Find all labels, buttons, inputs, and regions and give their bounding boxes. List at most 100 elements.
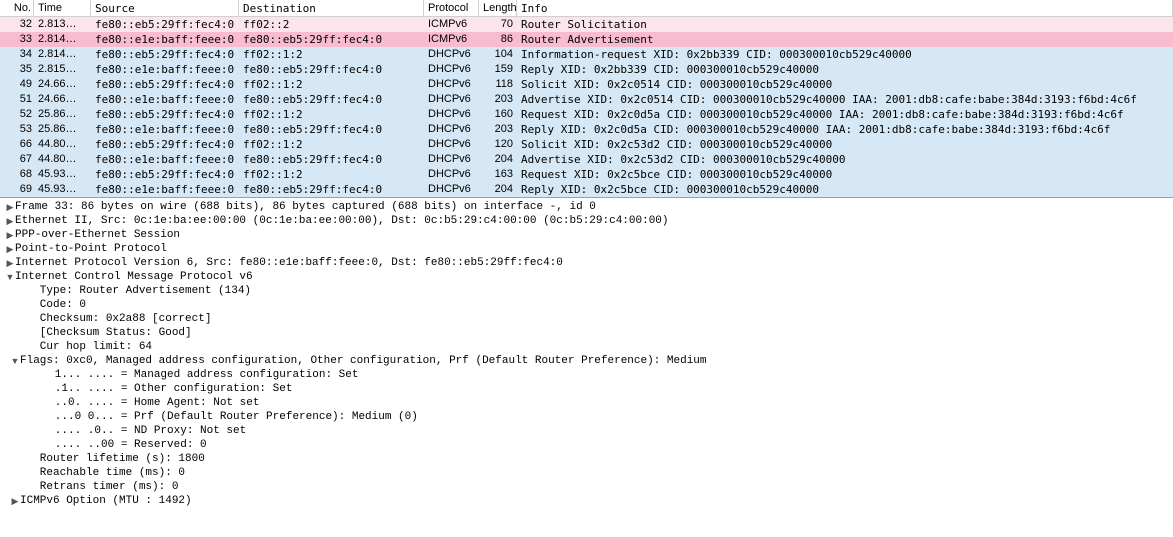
detail-line[interactable]: .1.. .... = Other configuration: Set xyxy=(0,382,1173,396)
cell-time: 25.86… xyxy=(34,107,91,122)
cell-no: 51 xyxy=(0,92,34,107)
cell-no: 32 xyxy=(0,17,34,32)
col-no[interactable]: No. xyxy=(0,0,34,16)
cell-proto: ICMPv6 xyxy=(424,17,479,32)
detail-line[interactable]: ▶Ethernet II, Src: 0c:1e:ba:ee:00:00 (0c… xyxy=(0,214,1173,228)
cell-source: fe80::e1e:baff:feee:0 xyxy=(91,62,239,77)
cell-proto: DHCPv6 xyxy=(424,47,479,62)
col-dest[interactable]: Destination xyxy=(239,0,424,16)
packet-row[interactable]: 6945.93…fe80::e1e:baff:feee:0fe80::eb5:2… xyxy=(0,182,1173,197)
expand-icon-closed[interactable]: ▶ xyxy=(5,214,15,228)
cell-proto: DHCPv6 xyxy=(424,152,479,167)
packet-details-pane[interactable]: ▶Frame 33: 86 bytes on wire (688 bits), … xyxy=(0,198,1173,512)
expand-icon-closed[interactable]: ▶ xyxy=(5,200,15,214)
detail-line[interactable]: ▶ICMPv6 Option (MTU : 1492) xyxy=(0,494,1173,508)
detail-line[interactable]: Router lifetime (s): 1800 xyxy=(0,452,1173,466)
col-info[interactable]: Info xyxy=(517,0,1173,16)
detail-line[interactable]: Retrans timer (ms): 0 xyxy=(0,480,1173,494)
cell-info: Request XID: 0x2c5bce CID: 000300010cb52… xyxy=(517,167,1173,182)
packet-row[interactable]: 352.815…fe80::e1e:baff:feee:0fe80::eb5:2… xyxy=(0,62,1173,77)
detail-line[interactable]: ▶Frame 33: 86 bytes on wire (688 bits), … xyxy=(0,200,1173,214)
detail-line[interactable]: Type: Router Advertisement (134) xyxy=(0,284,1173,298)
col-time[interactable]: Time xyxy=(34,0,91,16)
cell-proto: DHCPv6 xyxy=(424,107,479,122)
cell-info: Advertise XID: 0x2c0514 CID: 000300010cb… xyxy=(517,92,1173,107)
cell-dest: fe80::eb5:29ff:fec4:0 xyxy=(239,62,424,77)
detail-text: ICMPv6 Option (MTU : 1492) xyxy=(20,494,192,508)
packet-row[interactable]: 5325.86…fe80::e1e:baff:feee:0fe80::eb5:2… xyxy=(0,122,1173,137)
cell-info: Advertise XID: 0x2c53d2 CID: 000300010cb… xyxy=(517,152,1173,167)
packet-list-header[interactable]: No. Time Source Destination Protocol Len… xyxy=(0,0,1173,17)
detail-line[interactable]: ▶Point-to-Point Protocol xyxy=(0,242,1173,256)
packet-row[interactable]: 6744.80…fe80::e1e:baff:feee:0fe80::eb5:2… xyxy=(0,152,1173,167)
packet-row[interactable]: 6845.93…fe80::eb5:29ff:fec4:0ff02::1:2DH… xyxy=(0,167,1173,182)
packet-row[interactable]: 5225.86…fe80::eb5:29ff:fec4:0ff02::1:2DH… xyxy=(0,107,1173,122)
detail-text: ..0. .... = Home Agent: Not set xyxy=(35,396,259,410)
detail-text: Reachable time (ms): 0 xyxy=(20,466,185,480)
cell-dest: fe80::eb5:29ff:fec4:0 xyxy=(239,152,424,167)
cell-time: 44.80… xyxy=(34,152,91,167)
detail-line[interactable]: Code: 0 xyxy=(0,298,1173,312)
cell-time: 2.814… xyxy=(34,32,91,47)
detail-line[interactable]: ▶Internet Protocol Version 6, Src: fe80:… xyxy=(0,256,1173,270)
expand-icon-closed[interactable]: ▶ xyxy=(5,242,15,256)
cell-proto: DHCPv6 xyxy=(424,62,479,77)
expand-icon-open[interactable]: ▼ xyxy=(10,354,20,368)
packet-row[interactable]: 322.813…fe80::eb5:29ff:fec4:0ff02::2ICMP… xyxy=(0,17,1173,32)
cell-no: 66 xyxy=(0,137,34,152)
cell-time: 24.66… xyxy=(34,77,91,92)
cell-dest: ff02::1:2 xyxy=(239,107,424,122)
cell-source: fe80::eb5:29ff:fec4:0 xyxy=(91,47,239,62)
detail-line[interactable]: Checksum: 0x2a88 [correct] xyxy=(0,312,1173,326)
cell-proto: DHCPv6 xyxy=(424,167,479,182)
detail-text: .... ..00 = Reserved: 0 xyxy=(35,438,207,452)
cell-info: Reply XID: 0x2bb339 CID: 000300010cb529c… xyxy=(517,62,1173,77)
packet-row[interactable]: 5124.66…fe80::e1e:baff:feee:0fe80::eb5:2… xyxy=(0,92,1173,107)
cell-time: 2.814… xyxy=(34,47,91,62)
cell-no: 68 xyxy=(0,167,34,182)
detail-text: Type: Router Advertisement (134) xyxy=(20,284,251,298)
detail-line[interactable]: Reachable time (ms): 0 xyxy=(0,466,1173,480)
detail-line[interactable]: .... .0.. = ND Proxy: Not set xyxy=(0,424,1173,438)
cell-time: 45.93… xyxy=(34,182,91,197)
detail-line[interactable]: ..0. .... = Home Agent: Not set xyxy=(0,396,1173,410)
detail-line[interactable]: ...0 0... = Prf (Default Router Preferen… xyxy=(0,410,1173,424)
expand-icon-closed[interactable]: ▶ xyxy=(10,494,20,508)
expand-icon-closed[interactable]: ▶ xyxy=(5,228,15,242)
col-proto[interactable]: Protocol xyxy=(424,0,479,16)
cell-length: 204 xyxy=(479,152,517,167)
cell-source: fe80::eb5:29ff:fec4:0 xyxy=(91,17,239,32)
packet-row[interactable]: 342.814…fe80::eb5:29ff:fec4:0ff02::1:2DH… xyxy=(0,47,1173,62)
col-source[interactable]: Source xyxy=(91,0,239,16)
col-length[interactable]: Length xyxy=(479,0,517,16)
packet-row[interactable]: 6644.80…fe80::eb5:29ff:fec4:0ff02::1:2DH… xyxy=(0,137,1173,152)
cell-info: Solicit XID: 0x2c0514 CID: 000300010cb52… xyxy=(517,77,1173,92)
detail-line[interactable]: .... ..00 = Reserved: 0 xyxy=(0,438,1173,452)
detail-line[interactable]: Cur hop limit: 64 xyxy=(0,340,1173,354)
packet-row[interactable]: 4924.66…fe80::eb5:29ff:fec4:0ff02::1:2DH… xyxy=(0,77,1173,92)
detail-line[interactable]: ▶PPP-over-Ethernet Session xyxy=(0,228,1173,242)
detail-line[interactable]: ▼Flags: 0xc0, Managed address configurat… xyxy=(0,354,1173,368)
packet-row[interactable]: 332.814…fe80::e1e:baff:feee:0fe80::eb5:2… xyxy=(0,32,1173,47)
cell-proto: DHCPv6 xyxy=(424,77,479,92)
detail-text: Router lifetime (s): 1800 xyxy=(20,452,205,466)
expand-icon-open[interactable]: ▼ xyxy=(5,270,15,284)
cell-dest: ff02::1:2 xyxy=(239,47,424,62)
cell-no: 35 xyxy=(0,62,34,77)
detail-text: 1... .... = Managed address configuratio… xyxy=(35,368,358,382)
cell-source: fe80::eb5:29ff:fec4:0 xyxy=(91,107,239,122)
detail-text: Ethernet II, Src: 0c:1e:ba:ee:00:00 (0c:… xyxy=(15,214,669,228)
cell-length: 203 xyxy=(479,92,517,107)
cell-time: 2.813… xyxy=(34,17,91,32)
packet-list-pane[interactable]: No. Time Source Destination Protocol Len… xyxy=(0,0,1173,198)
expand-icon-closed[interactable]: ▶ xyxy=(5,256,15,270)
detail-line[interactable]: ▼Internet Control Message Protocol v6 xyxy=(0,270,1173,284)
detail-line[interactable]: 1... .... = Managed address configuratio… xyxy=(0,368,1173,382)
cell-no: 34 xyxy=(0,47,34,62)
detail-line[interactable]: [Checksum Status: Good] xyxy=(0,326,1173,340)
detail-text: Flags: 0xc0, Managed address configurati… xyxy=(20,354,707,368)
cell-no: 53 xyxy=(0,122,34,137)
cell-length: 70 xyxy=(479,17,517,32)
cell-time: 45.93… xyxy=(34,167,91,182)
cell-length: 86 xyxy=(479,32,517,47)
